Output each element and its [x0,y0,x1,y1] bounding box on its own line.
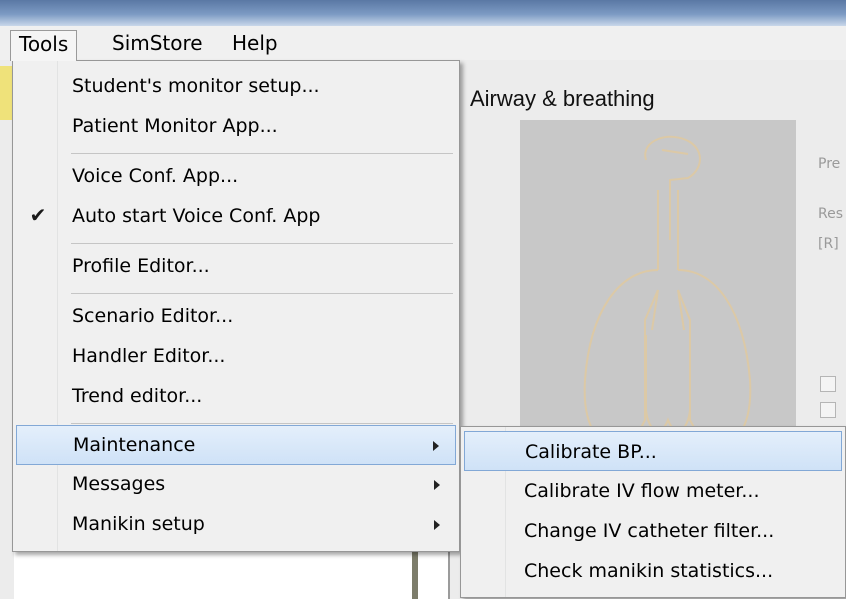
menu-item-label: Calibrate IV flow meter... [524,480,760,502]
maintenance-submenu: Calibrate BP... Calibrate IV flow meter.… [460,426,846,598]
menu-item-auto-start-voice-conf[interactable]: ✔ Auto start Voice Conf. App [16,197,456,237]
menu-item-manikin-setup[interactable]: Manikin setup [16,505,456,545]
menu-item-patient-monitor-app[interactable]: Patient Monitor App... [16,107,456,147]
menu-separator [71,423,453,424]
faint-label-r: [R] [818,236,839,252]
menu-separator [71,293,453,294]
menu-bar: Tools SimStore Help [0,26,846,61]
check-icon: ✔ [29,203,47,227]
menu-separator [71,153,453,154]
menu-item-label: Profile Editor... [72,255,210,277]
menu-separator [71,243,453,244]
menu-item-change-iv-catheter-filter[interactable]: Change IV catheter filter... [464,511,842,551]
menu-item-calibrate-iv-flow-meter[interactable]: Calibrate IV flow meter... [464,471,842,511]
faint-checkbox[interactable] [820,376,836,392]
faint-checkbox[interactable] [820,402,836,418]
menu-item-label: Handler Editor... [72,345,226,367]
menu-item-trend-editor[interactable]: Trend editor... [16,377,456,417]
menu-tools[interactable]: Tools [10,30,78,61]
faint-label-res: Res [818,206,844,222]
menu-item-profile-editor[interactable]: Profile Editor... [16,247,456,287]
menu-item-label: Auto start Voice Conf. App [72,205,321,227]
menu-simstore[interactable]: SimStore [104,30,211,56]
menu-item-voice-conf-app[interactable]: Voice Conf. App... [16,157,456,197]
menu-item-scenario-editor[interactable]: Scenario Editor... [16,297,456,337]
faint-label-pre: Pre [818,156,841,172]
panel-title: Airway & breathing [470,86,655,111]
menu-item-maintenance[interactable]: Maintenance [16,425,456,465]
menu-item-check-manikin-statistics[interactable]: Check manikin statistics... [464,551,842,591]
menu-item-messages[interactable]: Messages [16,465,456,505]
window-title-bar [0,0,846,26]
menu-item-label: Manikin setup [72,513,205,535]
menu-item-students-monitor-setup[interactable]: Student's monitor setup... [16,67,456,107]
menu-item-label: Student's monitor setup... [72,75,320,97]
menu-item-label: Calibrate BP... [525,441,657,463]
menu-item-label: Voice Conf. App... [72,165,239,187]
chevron-right-icon [434,520,440,530]
menu-item-label: Messages [72,473,166,495]
chevron-right-icon [434,480,440,490]
menu-item-label: Change IV catheter filter... [524,520,775,542]
menu-item-label: Maintenance [73,434,196,456]
menu-help[interactable]: Help [224,30,286,56]
menu-item-label: Trend editor... [72,385,203,407]
menu-item-label: Check manikin statistics... [524,560,774,582]
chevron-right-icon [433,441,439,451]
menu-item-calibrate-bp[interactable]: Calibrate BP... [464,431,842,471]
menu-item-label: Patient Monitor App... [72,115,278,137]
tools-menu: Student's monitor setup... Patient Monit… [12,60,460,552]
menu-item-label: Scenario Editor... [72,305,234,327]
menu-item-handler-editor[interactable]: Handler Editor... [16,337,456,377]
